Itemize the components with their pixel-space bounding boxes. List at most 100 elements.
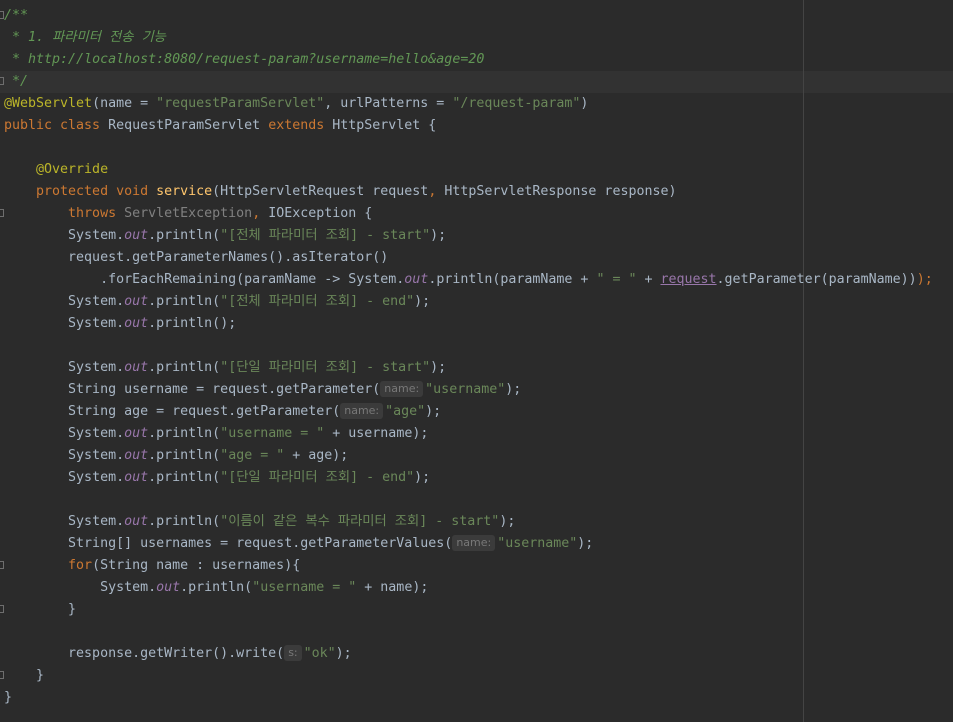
code-line[interactable]: String age = request.getParameter(name: "… (4, 401, 441, 423)
code-line[interactable]: throws ServletException, IOException { (4, 203, 372, 225)
static-field: out (124, 294, 149, 309)
static-field: out (124, 228, 149, 243)
code-text: String username = request.getParameter( (4, 382, 381, 397)
code-line[interactable]: response.getWriter().write(s: "ok"); (4, 643, 352, 665)
static-field: out (124, 470, 149, 485)
code-line[interactable]: .forEachRemaining(paramName -> System.ou… (4, 269, 933, 291)
parameter-hint: name: (380, 381, 424, 397)
code-line[interactable]: /** (4, 5, 28, 27)
code-text: + (636, 272, 661, 287)
javadoc-comment: */ (4, 74, 29, 89)
code-line[interactable]: @Override (4, 159, 108, 181)
code-text: HttpServletResponse response) (444, 184, 677, 199)
code-line[interactable]: } (4, 599, 76, 621)
code-text: .println( (148, 228, 221, 243)
code-text: ); (505, 382, 522, 397)
code-text: .println( (148, 426, 221, 441)
code-line[interactable]: String username = request.getParameter(n… (4, 379, 521, 401)
code-text: String[] usernames = request.getParamete… (4, 536, 453, 551)
code-text: System. (68, 316, 125, 331)
code-line[interactable]: System.out.println("[전체 파라미터 조회] - start… (4, 225, 446, 247)
code-text: ); (332, 448, 349, 463)
string-literal: "username = " (220, 426, 325, 441)
code-text: ); (430, 228, 447, 243)
code-editor[interactable]: /** * 1. 파라미터 전송 기능 * http://localhost:8… (0, 0, 953, 722)
code-text: .println( (148, 514, 221, 529)
javadoc-comment: * (4, 52, 29, 67)
keyword: extends (268, 118, 333, 133)
code-line[interactable]: public class RequestParamServlet extends… (4, 115, 436, 137)
string-literal: "age" (385, 404, 426, 419)
string-literal: "이름이 같은 복수 파라미터 조회] - start" (220, 514, 500, 529)
code-text: } (4, 668, 45, 683)
code-text: System. (68, 426, 125, 441)
code-line[interactable]: System.out.println("[단일 파라미터 조회] - start… (4, 357, 446, 379)
code-line[interactable]: System.out.println("이름이 같은 복수 파라미터 조회] -… (4, 511, 515, 533)
string-literal: " = " (596, 272, 637, 287)
static-field: out (124, 426, 149, 441)
code-line[interactable]: System.out.println("[단일 파라미터 조회] - end")… (4, 467, 430, 489)
code-text: ); (414, 294, 431, 309)
code-text: response.getWriter().write( (4, 646, 285, 661)
code-text: ); (412, 426, 429, 441)
code-text: request.getParameterNames().asIterator() (4, 250, 389, 265)
code-line[interactable]: System.out.println("username = " + usern… (4, 423, 428, 445)
string-literal: "[전체 파라미터 조회] - end" (220, 294, 415, 309)
code-text: ); (430, 360, 447, 375)
annotation: @WebServlet (4, 96, 93, 111)
code-text: .println( (148, 470, 221, 485)
static-field: out (156, 580, 181, 595)
code-text: ); (335, 646, 352, 661)
code-text: ); (414, 470, 431, 485)
captured-variable: request (660, 272, 717, 287)
code-text: (HttpServletRequest request (212, 184, 429, 199)
code-line[interactable]: for(String name : usernames){ (4, 555, 300, 577)
right-margin-guide (803, 0, 804, 722)
code-text: System. (68, 360, 125, 375)
code-line[interactable]: */ (4, 71, 28, 93)
code-line[interactable]: } (4, 687, 12, 709)
code-line[interactable]: System.out.println("[전체 파라미터 조회] - end")… (4, 291, 430, 313)
code-text: .getParameter(paramName)) (716, 272, 917, 287)
code-line[interactable]: * http://localhost:8080/request-param?us… (4, 49, 484, 71)
code-line[interactable]: String[] usernames = request.getParamete… (4, 533, 593, 555)
keyword: public class (4, 118, 109, 133)
annotation: @Override (4, 162, 109, 177)
code-text: + username (324, 426, 413, 441)
code-text: .println( (148, 316, 221, 331)
code-text: ); (916, 272, 933, 287)
code-line[interactable]: @WebServlet(name = "requestParamServlet"… (4, 93, 588, 115)
code-text: System. (68, 448, 125, 463)
string-literal: "[단일 파라미터 조회] - end" (220, 470, 415, 485)
string-literal: "[단일 파라미터 조회] - start" (220, 360, 431, 375)
method-name: service (156, 184, 213, 199)
code-line[interactable]: System.out.println("username = " + name)… (4, 577, 428, 599)
comment-url-link[interactable]: http://localhost:8080/request-param?user… (28, 52, 484, 67)
code-line[interactable]: protected void service(HttpServletReques… (4, 181, 677, 203)
code-line[interactable]: request.getParameterNames().asIterator() (4, 247, 388, 269)
current-line-highlight (0, 71, 953, 93)
code-line[interactable]: System.out.println(); (4, 313, 236, 335)
code-line[interactable]: System.out.println("age = " + age); (4, 445, 348, 467)
code-line[interactable]: * 1. 파라미터 전송 기능 (4, 27, 166, 49)
string-literal: "[전체 파라미터 조회] - start" (220, 228, 431, 243)
code-text: System. (68, 514, 125, 529)
parameter-hint: s: (284, 645, 302, 661)
code-text: ); (577, 536, 594, 551)
code-line[interactable]: } (4, 665, 44, 687)
parameter-hint: name: (452, 535, 496, 551)
code-text: .println( (148, 294, 221, 309)
code-text: .println(paramName + (428, 272, 597, 287)
code-text: .forEachRemaining(paramName -> System. (4, 272, 405, 287)
string-literal: "username" (425, 382, 506, 397)
code-text: RequestParamServlet (108, 118, 269, 133)
code-text: ) (580, 96, 589, 111)
code-text: ); (499, 514, 516, 529)
